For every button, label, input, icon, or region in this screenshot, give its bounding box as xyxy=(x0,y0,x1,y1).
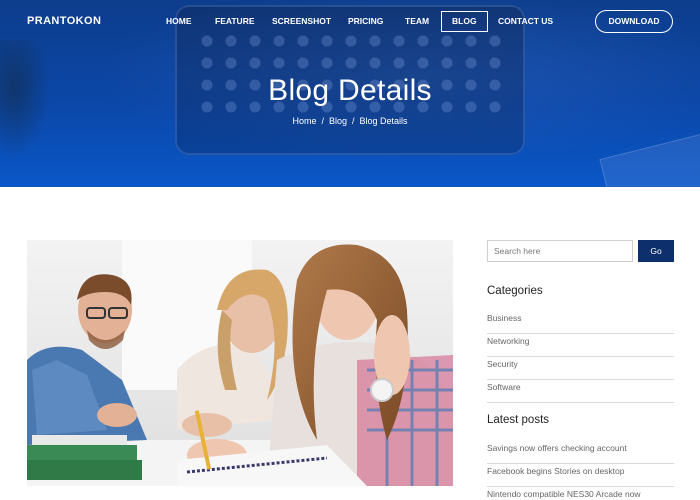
nav-item-team[interactable]: TEAM xyxy=(405,11,429,32)
categories-heading: Categories xyxy=(487,285,543,297)
search-input[interactable]: Search here xyxy=(487,240,633,262)
category-link[interactable]: Business xyxy=(487,311,674,334)
page-title: Blog Details xyxy=(268,74,432,107)
breadcrumb-home[interactable]: Home xyxy=(292,116,316,126)
category-link[interactable]: Software xyxy=(487,380,674,403)
nav-item-pricing[interactable]: PRICING xyxy=(348,11,383,32)
hero-banner: PRANTOKON HOME FEATURE SCREENSHOT PRICIN… xyxy=(0,0,700,187)
download-button[interactable]: DOWNLOAD xyxy=(595,10,673,33)
breadcrumb: Home / Blog / Blog Details xyxy=(0,116,700,126)
nav-item-home[interactable]: HOME xyxy=(166,11,192,32)
nav-item-feature[interactable]: FEATURE xyxy=(215,11,255,32)
blog-featured-image xyxy=(27,240,453,486)
breadcrumb-current: Blog Details xyxy=(359,116,408,126)
students-studying-illustration xyxy=(27,240,453,486)
latest-post-link[interactable]: Facebook begins Stories on desktop xyxy=(487,464,674,487)
category-link[interactable]: Networking xyxy=(487,334,674,357)
latest-posts-heading: Latest posts xyxy=(487,414,550,426)
latest-post-link[interactable]: Savings now offers checking account xyxy=(487,441,674,464)
brand-logo[interactable]: PRANTOKON xyxy=(27,15,101,27)
breadcrumb-blog[interactable]: Blog xyxy=(329,116,347,126)
nav-item-contact-us[interactable]: CONTACT US xyxy=(498,11,553,32)
nav-item-blog[interactable]: BLOG xyxy=(441,11,488,32)
nav-item-screenshot[interactable]: SCREENSHOT xyxy=(272,11,331,32)
search-go-button[interactable]: Go xyxy=(638,240,674,262)
breadcrumb-separator: / xyxy=(352,116,355,126)
book-decoration xyxy=(599,132,700,187)
category-link[interactable]: Security xyxy=(487,357,674,380)
breadcrumb-separator: / xyxy=(321,116,324,126)
latest-post-link[interactable]: Nintendo compatible NES30 Arcade now xyxy=(487,487,674,500)
